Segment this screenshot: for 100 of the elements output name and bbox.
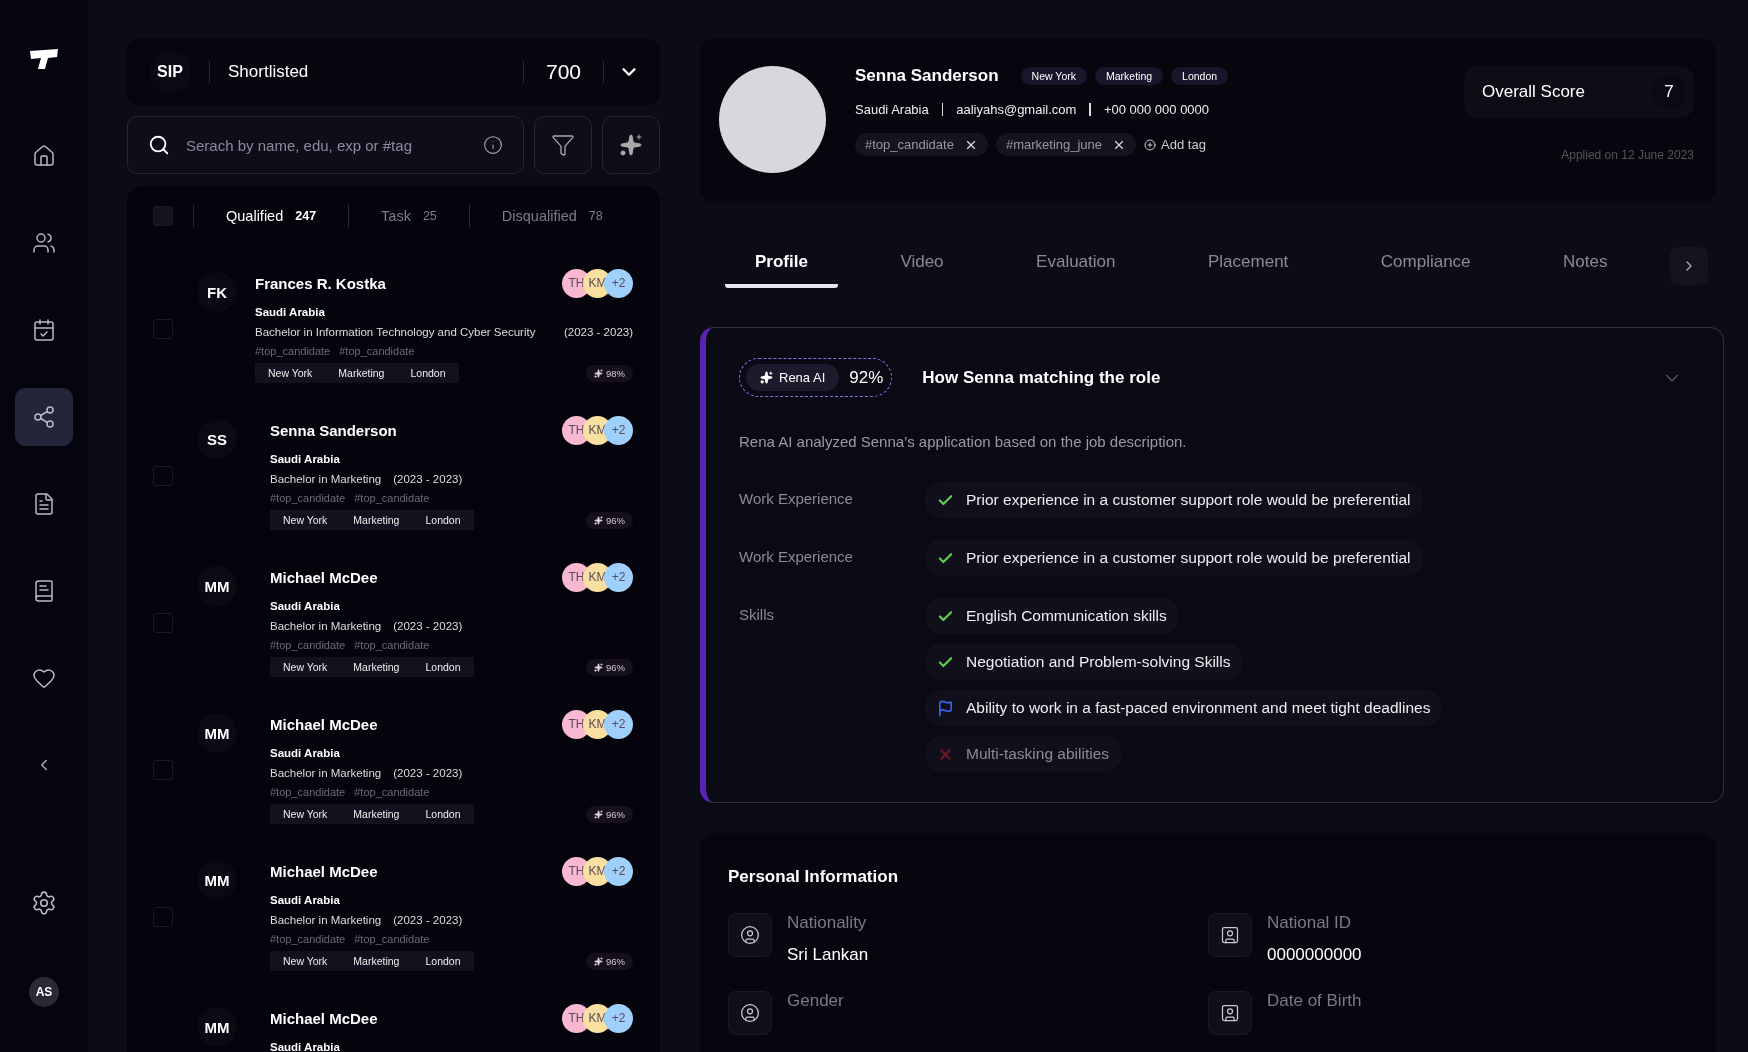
profile-tab[interactable]: Notes bbox=[1533, 244, 1638, 288]
profile-tab[interactable]: Profile bbox=[725, 244, 838, 288]
sparkle-icon bbox=[594, 809, 603, 819]
candidate-avatar: SS bbox=[197, 419, 237, 459]
candidate-tag: Marketing bbox=[325, 363, 398, 383]
home-icon bbox=[32, 144, 56, 168]
logo-icon bbox=[29, 48, 59, 70]
education-years: (2023 - 2023) bbox=[393, 620, 463, 632]
profile-tab[interactable]: Video bbox=[870, 244, 974, 288]
hashtag-chip: #marketing_june bbox=[995, 133, 1137, 156]
profile-tab[interactable]: Evaluation bbox=[1006, 244, 1146, 288]
candidate-name[interactable]: Frances R. Kostka bbox=[255, 274, 386, 292]
phone-number: +00 000 000 0000 bbox=[1103, 102, 1210, 117]
criteria-item: Ability to work in a fast-paced environment and meet tight deadlines bbox=[925, 690, 1443, 726]
hashtag: #top_candidate bbox=[270, 639, 346, 651]
candidate-education: Bachelor in Marketing bbox=[270, 620, 382, 632]
hashtag: #top_candidate bbox=[354, 492, 430, 504]
hashtag: #top_candidate bbox=[270, 786, 346, 798]
field-label: Date of Birth bbox=[1267, 991, 1362, 1011]
candidate-avatar: MM bbox=[197, 713, 237, 753]
education-years: (2023 - 2023) bbox=[393, 473, 463, 485]
user-avatar[interactable]: AS bbox=[29, 977, 59, 1007]
list-tab[interactable]: Disqualified 78 bbox=[487, 208, 617, 224]
candidate-checkbox[interactable] bbox=[153, 759, 173, 780]
search-icon bbox=[148, 134, 170, 156]
info-icon[interactable] bbox=[483, 135, 503, 155]
candidate-country: Saudi Arabia bbox=[255, 306, 326, 318]
match-title: How Senna matching the role bbox=[922, 367, 1162, 388]
id-card-icon bbox=[1220, 1003, 1240, 1023]
hashtag: #top_candidate bbox=[354, 639, 430, 651]
reviewer-avatar: +2 bbox=[604, 709, 633, 739]
sparkle-icon bbox=[594, 662, 603, 672]
candidate-checkbox[interactable] bbox=[153, 612, 173, 633]
candidate-education: Bachelor in Marketing bbox=[270, 473, 382, 485]
candidate-tag: New York bbox=[255, 363, 326, 383]
user-circle-icon bbox=[740, 1003, 760, 1023]
match-summary: Rena AI analyzed Senna’s application based on the job description. bbox=[739, 433, 1188, 450]
select-all-checkbox[interactable] bbox=[153, 206, 173, 226]
candidate-checkbox[interactable] bbox=[153, 465, 173, 486]
education-years: (2023 - 2023) bbox=[393, 914, 463, 926]
match-badge: 96% bbox=[586, 511, 633, 529]
candidate-education: Bachelor in Marketing bbox=[270, 767, 382, 779]
match-badge: 96% bbox=[586, 952, 633, 970]
candidate-name[interactable]: Senna Sanderson bbox=[270, 421, 397, 439]
add-tag-button[interactable]: Add tag bbox=[1144, 137, 1206, 152]
filter-button[interactable] bbox=[534, 116, 592, 174]
candidate-tag: London bbox=[412, 510, 474, 530]
sparkle-icon bbox=[594, 515, 603, 525]
candidate-tag: Marketing bbox=[340, 510, 413, 530]
education-years: (2023 - 2023) bbox=[393, 767, 463, 779]
candidate-tag: New York bbox=[270, 804, 341, 824]
candidate-name[interactable]: Michael McDee bbox=[270, 568, 378, 586]
criteria-label: Work Experience bbox=[739, 489, 854, 509]
reviewer-avatar: +2 bbox=[604, 856, 633, 886]
profile-name: Senna Sanderson bbox=[855, 66, 999, 86]
email-address: aaliyahs@gmail.com bbox=[956, 102, 1077, 117]
reviewer-avatar: +2 bbox=[604, 1003, 633, 1033]
sidebar-item[interactable] bbox=[15, 388, 73, 446]
candidate-name[interactable]: Michael McDee bbox=[270, 862, 378, 880]
profile-tab[interactable]: Placement bbox=[1178, 244, 1319, 288]
match-badge: 98% bbox=[586, 364, 633, 382]
candidate-checkbox[interactable] bbox=[153, 906, 173, 927]
candidate-education: Bachelor in Marketing bbox=[270, 914, 382, 926]
share-icon bbox=[32, 405, 56, 429]
candidate-country: Saudi Arabia bbox=[855, 102, 929, 117]
ai-sparkle-button[interactable] bbox=[602, 116, 660, 174]
heart-icon bbox=[32, 666, 56, 690]
criteria-item: Prior experience in a customer support role would be preferential bbox=[925, 482, 1423, 518]
score-value: 7 bbox=[1652, 75, 1686, 109]
document-icon bbox=[32, 492, 56, 516]
candidate-tag: London bbox=[412, 951, 474, 971]
candidate-country: Saudi Arabia bbox=[270, 600, 341, 612]
criteria-label: Skills bbox=[739, 605, 775, 625]
reviewer-avatar: +2 bbox=[604, 562, 633, 592]
field-label: Gender bbox=[787, 991, 844, 1011]
candidate-tag: Marketing bbox=[340, 951, 413, 971]
ai-label: Rena AI bbox=[746, 364, 840, 391]
profile-tab[interactable]: Compliance bbox=[1350, 244, 1501, 288]
list-tab[interactable]: Task 25 bbox=[367, 208, 451, 224]
sparkle-icon bbox=[594, 956, 603, 966]
section-title: Personal Information bbox=[728, 867, 899, 886]
candidate-country: Saudi Arabia bbox=[270, 453, 341, 465]
candidate-name[interactable]: Michael McDee bbox=[270, 715, 378, 733]
candidate-tag: New York bbox=[270, 951, 341, 971]
criteria-label: Work Experience bbox=[739, 547, 854, 567]
candidate-tag: New York bbox=[270, 657, 341, 677]
hashtag: #top_candidate bbox=[270, 492, 346, 504]
hashtag: #top_candidate bbox=[339, 345, 415, 357]
plus-icon bbox=[1144, 138, 1157, 151]
score-label: Overall Score bbox=[1482, 82, 1585, 102]
candidate-country: Saudi Arabia bbox=[270, 747, 341, 759]
profile-tag: Marketing bbox=[1094, 67, 1164, 85]
match-badge: 96% bbox=[586, 805, 633, 823]
candidate-checkbox[interactable] bbox=[153, 318, 173, 339]
stage-code: SIP bbox=[149, 51, 191, 93]
list-tab[interactable]: Qualified 247 bbox=[212, 208, 331, 224]
filter-icon bbox=[551, 133, 575, 157]
hashtag: #top_candidate bbox=[270, 933, 346, 945]
candidate-name[interactable]: Michael McDee bbox=[270, 1009, 378, 1027]
user-circle-icon bbox=[740, 925, 760, 945]
